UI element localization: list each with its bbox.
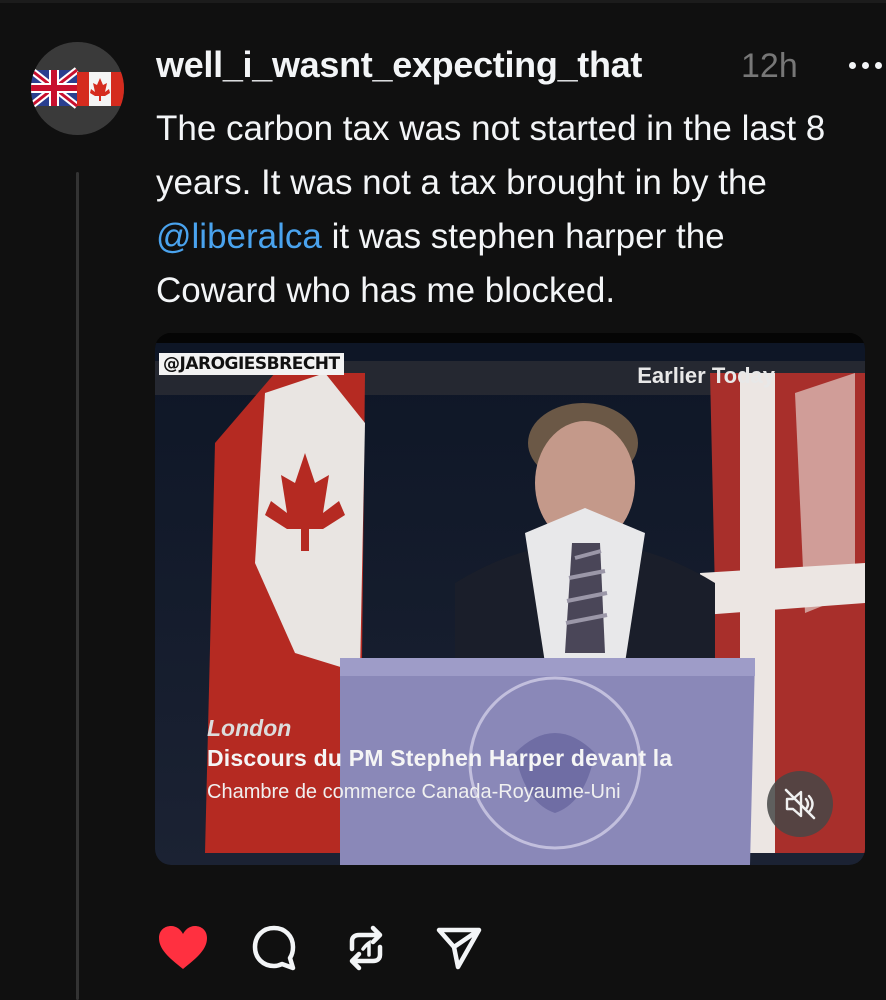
thread-line <box>76 172 79 1000</box>
post-text-line: years. It was not a tax brought in by th… <box>156 163 767 202</box>
video-overlay-label: Earlier Today <box>637 363 775 388</box>
video-lower-third: London Discours du PM Stephen Harper dev… <box>155 708 865 818</box>
more-dot-icon <box>875 62 882 69</box>
video-player[interactable]: @JAROGIESBRECHT Earlier Today London Dis… <box>155 333 865 865</box>
more-dot-icon <box>862 62 869 69</box>
like-button[interactable] <box>156 920 210 976</box>
video-headline-line1: Discours du PM Stephen Harper devant la <box>207 745 673 771</box>
speaker-muted-icon <box>784 788 816 820</box>
share-button[interactable] <box>432 920 486 976</box>
post-time: 12h <box>741 47 798 85</box>
more-dot-icon <box>849 62 856 69</box>
post-text-line: @liberalca it was stephen harper the <box>156 217 725 256</box>
repost-icon <box>349 925 383 971</box>
post-text: The carbon tax was not started in the la… <box>156 102 886 322</box>
post-text-line: Coward who has me blocked. <box>156 271 616 310</box>
video-watermark: @JAROGIESBRECHT <box>159 353 344 375</box>
comment-icon <box>252 925 296 971</box>
heart-filled-icon <box>159 926 207 969</box>
post-text-line: The carbon tax was not started in the la… <box>156 109 826 148</box>
reply-button[interactable] <box>247 920 301 976</box>
avatar[interactable] <box>31 42 124 135</box>
video-location: London <box>207 715 292 741</box>
video-headline-line2: Chambre de commerce Canada-Royaume-Uni <box>207 781 621 803</box>
more-options-button[interactable] <box>845 40 886 90</box>
mute-button[interactable] <box>767 771 833 837</box>
username[interactable]: well_i_wasnt_expecting_that <box>156 42 642 88</box>
repost-button[interactable] <box>339 920 393 976</box>
top-divider <box>0 0 886 3</box>
flags-avatar-image <box>31 42 124 135</box>
send-icon <box>436 927 482 970</box>
mention-link[interactable]: @liberalca <box>156 217 322 256</box>
